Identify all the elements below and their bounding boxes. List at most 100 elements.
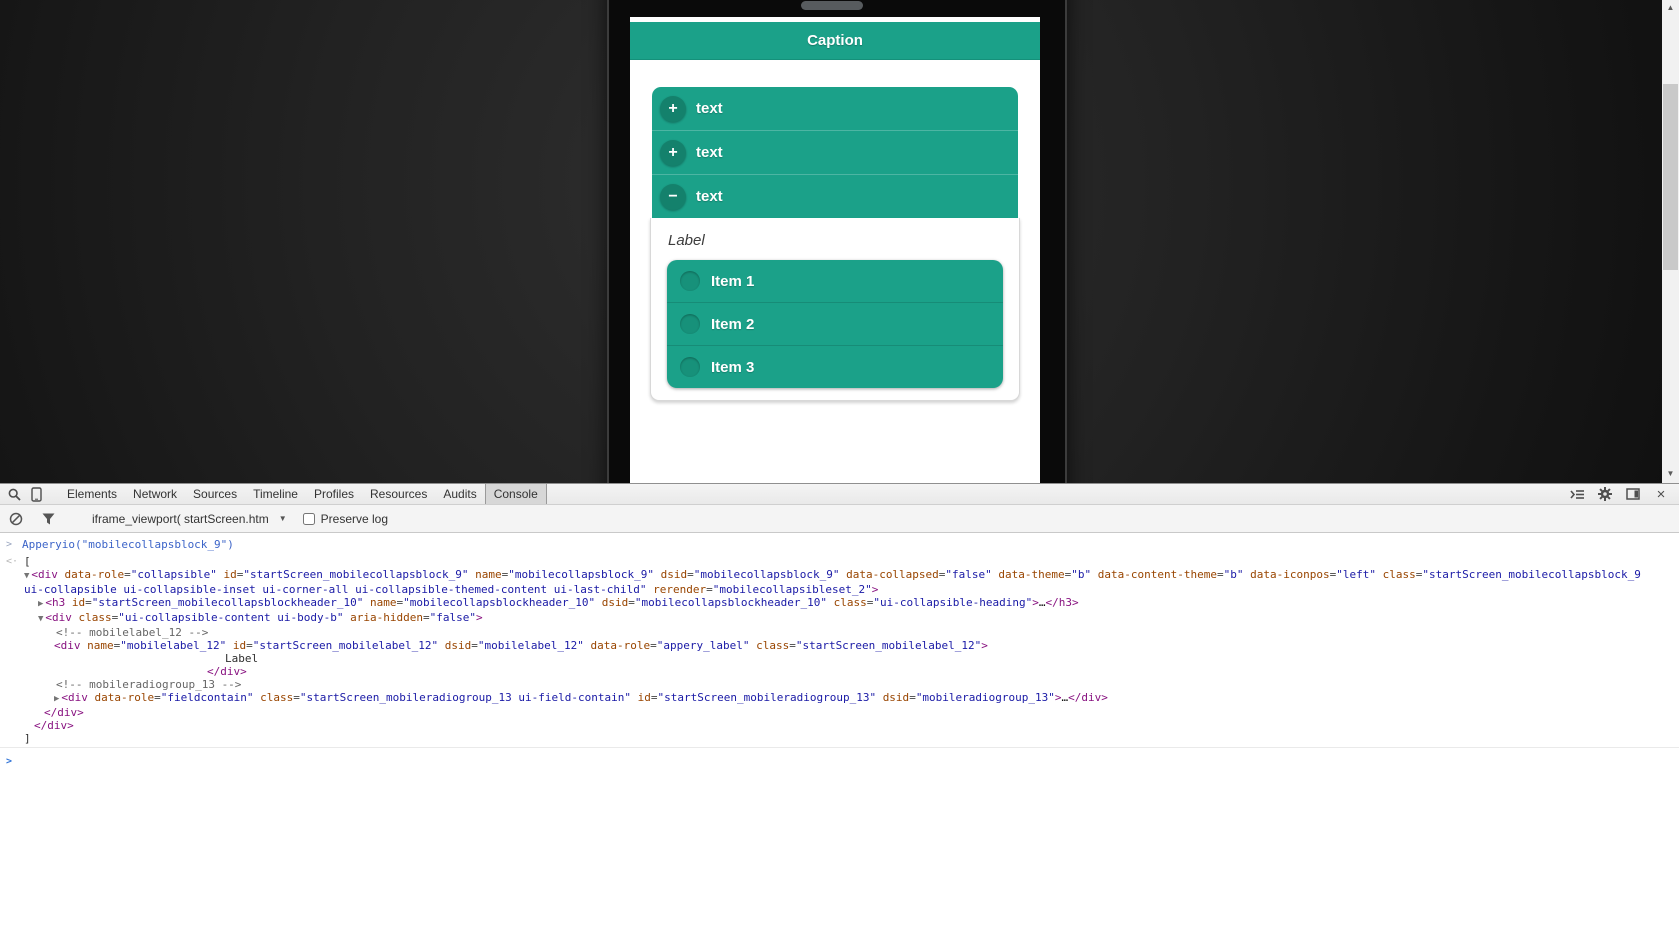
clear-console-icon[interactable]	[4, 512, 28, 526]
minus-icon: −	[660, 183, 686, 210]
device-icon[interactable]	[25, 484, 47, 504]
console-line-prompt: >	[0, 755, 1679, 768]
console-drawer-icon[interactable]	[1563, 484, 1591, 504]
tree-collapse-icon[interactable]: ▼	[38, 614, 43, 624]
scrollbar-thumb[interactable]	[1663, 84, 1678, 270]
console-token-sp	[363, 596, 370, 609]
console-line: ]	[0, 732, 1679, 748]
console-token-val: "ui-collapsible-content ui-body-b"	[118, 611, 344, 624]
console-token-val: "mobilelabel_12"	[120, 639, 227, 652]
input-chevron-icon: >	[6, 539, 13, 550]
tab-network[interactable]: Network	[125, 484, 185, 504]
console-line: ▶ <div data-role="fieldcontain" class="st…	[0, 691, 1679, 706]
devtools-toolbar-right: ×	[1563, 484, 1679, 504]
console-token-attr: data-content-theme	[1097, 568, 1217, 581]
console-token-eq: =	[1216, 568, 1224, 581]
tab-profiles[interactable]: Profiles	[306, 484, 362, 504]
console-token-attr: class	[1382, 568, 1416, 581]
console-token-com: <!-- mobilelabel_12 -->	[56, 626, 209, 639]
console-token-tag: </div>	[1068, 691, 1108, 704]
console-token-sp	[595, 596, 602, 609]
collapsible-header-row[interactable]: − text	[652, 174, 1018, 218]
tree-expand-icon[interactable]: ▶	[38, 599, 43, 609]
console-line-text: ▼ <div class = "ui-collapsible-content ui-b…	[0, 611, 483, 626]
console-line: ui-collapsible ui-collapsible-inset ui-c…	[0, 583, 1679, 596]
gear-icon[interactable]	[1591, 484, 1619, 504]
radio-item-label: Item 2	[711, 315, 755, 333]
console-token-attr: name	[87, 639, 114, 652]
radio-item-label: Item 3	[711, 358, 755, 376]
radio-button-icon[interactable]	[680, 271, 700, 291]
console-token-txt: [	[24, 555, 31, 568]
collapsible-header-label: text	[696, 188, 723, 205]
console-token-val: ui-collapsible ui-collapsible-inset ui-c…	[24, 583, 647, 596]
collapsible-header-label: text	[696, 100, 723, 117]
tab-audits[interactable]: Audits	[435, 484, 484, 504]
dock-side-icon[interactable]	[1619, 484, 1647, 504]
console-line: <!-- mobilelabel_12 -->	[0, 626, 1679, 639]
tree-collapse-icon[interactable]: ▼	[24, 571, 29, 581]
console-token-val: "mobilecollapsblock_9"	[508, 568, 654, 581]
tab-sources[interactable]: Sources	[185, 484, 245, 504]
console-token-val: "mobilecollapsblockheader_10"	[403, 596, 596, 609]
console-filter-bar: iframe_viewport( startScreen.htm ▼ Prese…	[0, 505, 1679, 533]
console-line-text: ▶ <div data-role="fieldcontain" class="st…	[0, 691, 1108, 706]
console-token-tag: >	[981, 639, 988, 652]
collapsible-header-row[interactable]: + text	[652, 87, 1018, 130]
console-token-tag: >	[1032, 596, 1039, 609]
console-line-result: <· [	[0, 555, 1679, 568]
radio-item-row[interactable]: Item 1	[667, 260, 1003, 302]
scrollbar-up-icon[interactable]: ▲	[1662, 0, 1679, 15]
console-token-sp	[438, 639, 445, 652]
console-output: > Apperyio("mobilecollapsblock_9") <·[▼ <di…	[0, 533, 1679, 768]
console-token-attr: data-role	[94, 691, 155, 704]
console-token-txt: ]	[24, 732, 31, 745]
console-token-attr: dsid	[444, 639, 472, 652]
tab-console[interactable]: Console	[484, 484, 547, 504]
console-token-tag: </h3>	[1045, 596, 1079, 609]
console-token-attr: id	[71, 596, 86, 609]
radio-button-icon[interactable]	[680, 314, 700, 334]
console-token-eq: =	[85, 596, 92, 609]
console-line-text: <!-- mobilelabel_12 -->	[0, 626, 208, 639]
console-line-text: </div>	[0, 665, 247, 678]
console-token-val: "startScreen_mobilecollapsblock_9	[1422, 568, 1641, 581]
console-token-attr: rerender	[653, 583, 707, 596]
console-token-eq: =	[471, 639, 478, 652]
collapsible-header-row[interactable]: + text	[652, 130, 1018, 174]
frame-context-selector[interactable]: iframe_viewport( startScreen.htm ▼	[92, 512, 287, 526]
radio-button-icon[interactable]	[680, 357, 700, 377]
radio-item-row[interactable]: Item 3	[667, 345, 1003, 388]
search-icon[interactable]	[3, 484, 25, 504]
prompt-chevron-icon[interactable]: >	[6, 755, 12, 768]
console-token-txt: Label	[225, 652, 259, 665]
console-token-attr: aria-hidden	[350, 611, 423, 624]
console-token-val: "startScreen_mobilecollapsblockheader_10…	[91, 596, 364, 609]
tab-elements[interactable]: Elements	[59, 484, 125, 504]
console-token-tag: >	[475, 611, 483, 624]
console-line-text: ▼ <div data-role="collapsible" id="startS…	[0, 568, 1641, 583]
scrollbar-down-icon[interactable]: ▼	[1662, 466, 1679, 481]
close-icon[interactable]: ×	[1647, 484, 1675, 504]
radio-group: Item 1 Item 2 Item 3	[667, 260, 1003, 388]
console-line: ▼ <div data-role="collapsible" id="startS…	[0, 568, 1679, 583]
filter-funnel-icon[interactable]	[36, 513, 60, 525]
tab-resources[interactable]: Resources	[362, 484, 435, 504]
console-token-attr: name	[475, 568, 502, 581]
console-token-val: "mobilelabel_12"	[477, 639, 584, 652]
tab-timeline[interactable]: Timeline	[245, 484, 306, 504]
plus-icon: +	[660, 95, 686, 122]
radio-item-row[interactable]: Item 2	[667, 302, 1003, 345]
console-token-attr: data-collapsed	[846, 568, 939, 581]
console-token-attr: dsid	[601, 596, 629, 609]
tree-expand-icon[interactable]: ▶	[54, 694, 59, 704]
preserve-log-checkbox[interactable]	[302, 512, 315, 525]
console-line-text: ui-collapsible ui-collapsible-inset ui-c…	[0, 583, 878, 596]
console-token-dots: …	[1038, 596, 1046, 609]
console-token-attr: data-theme	[998, 568, 1065, 581]
preserve-log-option[interactable]: Preserve log	[302, 512, 388, 526]
radio-item-label: Item 1	[711, 272, 755, 290]
page-scrollbar[interactable]: ▲ ▼	[1662, 0, 1679, 483]
console-token-val: "fieldcontain"	[160, 691, 254, 704]
console-line-text: </div>	[0, 706, 84, 719]
